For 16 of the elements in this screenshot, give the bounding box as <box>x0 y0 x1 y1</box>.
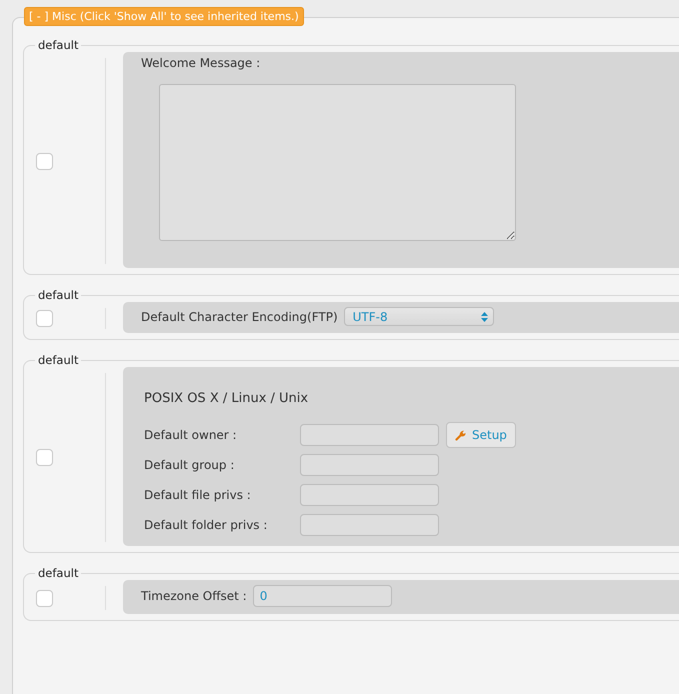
group-legend: default <box>35 566 82 580</box>
field-label: Default group : <box>144 458 236 472</box>
field-label: Default Character Encoding(FTP) <box>141 310 338 324</box>
setup-button[interactable]: Setup <box>446 422 516 448</box>
section-toggle[interactable]: [ - ] Misc (Click 'Show All' to see inherited items.) <box>24 7 304 26</box>
encoding-select[interactable]: UTF-8 <box>344 307 494 326</box>
field-label: Default file privs : <box>144 488 252 502</box>
field-label: Default owner : <box>144 428 238 442</box>
field-label: Timezone Offset : <box>141 589 247 603</box>
field-label: Default folder privs : <box>144 518 268 532</box>
field-label: Welcome Message : <box>141 56 262 70</box>
input-field[interactable]: 0 <box>252 585 392 607</box>
form-title: POSIX OS X / Linux / Unix <box>144 391 310 406</box>
group-legend: default <box>35 288 82 302</box>
group-legend: default <box>35 353 82 367</box>
group-legend: default <box>35 38 82 52</box>
